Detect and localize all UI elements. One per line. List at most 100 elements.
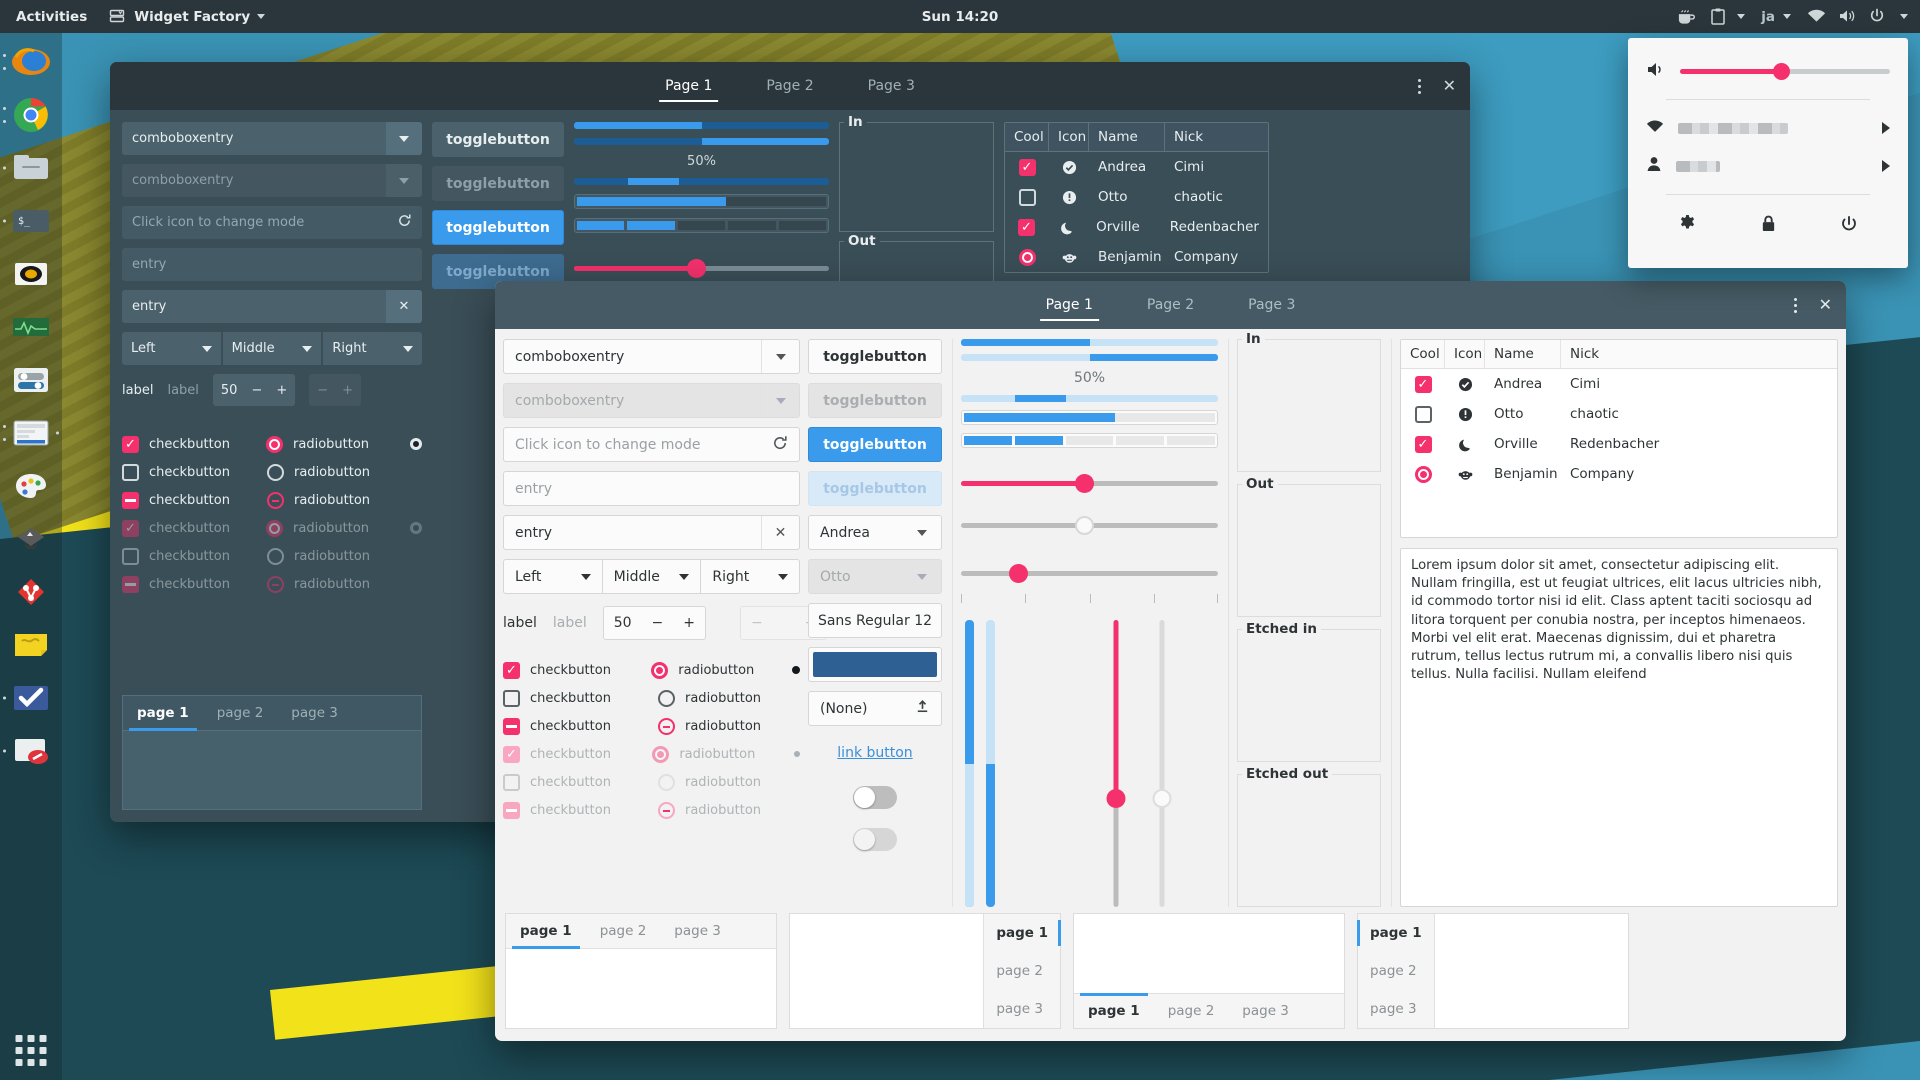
- nb-tab[interactable]: page 2: [203, 696, 278, 730]
- icon-entry[interactable]: Click icon to change mode: [503, 427, 800, 462]
- entry-with-clear[interactable]: entry ✕: [122, 290, 422, 323]
- wifi-icon[interactable]: [1807, 8, 1825, 26]
- file-chooser-button[interactable]: (None): [808, 691, 942, 726]
- radiobutton-unchecked[interactable]: [267, 464, 284, 481]
- dock-item-git-tool[interactable]: [10, 571, 52, 613]
- entry-placeholder-field[interactable]: entry: [122, 248, 422, 281]
- nb-tab-page-2[interactable]: page 2: [1154, 994, 1229, 1028]
- tab-page-1[interactable]: Page 1: [1040, 281, 1099, 329]
- table-row[interactable]: Andrea Cimi: [1401, 369, 1837, 399]
- nb-tab-page-3[interactable]: page 3: [660, 914, 735, 948]
- nb-tab-page-3[interactable]: page 3: [1228, 994, 1303, 1028]
- radiobutton-indeterminate[interactable]: [658, 718, 675, 735]
- nb-tab-page-1[interactable]: page 1: [1074, 994, 1154, 1028]
- dock-item-files[interactable]: [10, 147, 52, 189]
- volume-icon[interactable]: [1838, 8, 1856, 26]
- comboboxentry-1[interactable]: comboboxentry: [503, 339, 800, 374]
- chevron-down-icon[interactable]: [386, 122, 422, 155]
- icon-entry[interactable]: Click icon to change mode: [122, 206, 422, 239]
- combo-right[interactable]: Right: [323, 332, 422, 365]
- table-row[interactable]: Otto chaotic: [1005, 182, 1268, 212]
- tab-page-3[interactable]: Page 3: [862, 62, 921, 110]
- checkbutton-unchecked[interactable]: [122, 464, 139, 481]
- chevron-right-icon[interactable]: [1882, 160, 1890, 172]
- dock-item-chrome[interactable]: [10, 94, 52, 136]
- notebook-top-dark[interactable]: page 1 page 2 page 3: [122, 695, 422, 810]
- switch-1[interactable]: [853, 786, 897, 809]
- user-row[interactable]: [1646, 147, 1890, 185]
- combo-left[interactable]: Left: [122, 332, 221, 365]
- row-check[interactable]: [1415, 406, 1432, 423]
- checkbutton-indeterminate[interactable]: [503, 718, 520, 735]
- nb-tab-page-1[interactable]: page 1: [1358, 914, 1434, 952]
- app-menu-button[interactable]: Widget Factory: [109, 8, 265, 26]
- nb-tab-page-1[interactable]: page 1: [506, 914, 586, 948]
- gear-icon[interactable]: [1678, 214, 1697, 237]
- dock-item-gimp[interactable]: [10, 518, 52, 560]
- nb-tab-page-2[interactable]: page 2: [586, 914, 661, 948]
- show-applications-button[interactable]: [16, 1035, 47, 1066]
- nb-tab-page-3[interactable]: page 3: [984, 990, 1060, 1028]
- column-header-name[interactable]: Name: [1485, 340, 1561, 368]
- radio-dark-indicator[interactable]: [792, 666, 800, 674]
- network-row[interactable]: [1646, 109, 1890, 147]
- comboboxentry-1[interactable]: comboboxentry: [122, 122, 422, 155]
- kebab-menu-icon[interactable]: [1794, 298, 1797, 313]
- checkbutton-indeterminate[interactable]: [122, 492, 139, 509]
- notebook-tabs-left[interactable]: page 1 page 2 page 3: [1357, 913, 1629, 1029]
- togglebutton-3-active[interactable]: togglebutton: [808, 427, 942, 462]
- togglebutton-1[interactable]: togglebutton: [432, 122, 564, 157]
- chevron-down-icon[interactable]: [761, 340, 799, 373]
- activities-button[interactable]: Activities: [16, 9, 87, 25]
- coffee-cup-icon[interactable]: [1677, 8, 1695, 26]
- dock-item-widget-factory[interactable]: [10, 412, 52, 454]
- dock-item-firefox[interactable]: [10, 41, 52, 83]
- checkbutton-unchecked[interactable]: [503, 690, 520, 707]
- scale-vertical-1[interactable]: [1106, 620, 1126, 907]
- dock-item-settings[interactable]: [10, 359, 52, 401]
- clipboard-icon[interactable]: [1711, 8, 1729, 26]
- notebook-tabs-bottom[interactable]: page 1 page 2 page 3: [1073, 913, 1345, 1029]
- clock[interactable]: Sun 14:20: [922, 9, 999, 25]
- upload-icon[interactable]: [915, 699, 930, 718]
- nb-tab[interactable]: page 3: [277, 696, 352, 730]
- entry-placeholder-field[interactable]: entry: [503, 471, 800, 506]
- entry-with-clear[interactable]: entry ✕: [503, 515, 800, 550]
- font-button[interactable]: Sans Regular 12: [808, 603, 942, 638]
- nb-tab[interactable]: page 1: [123, 696, 203, 730]
- nb-tab-page-2[interactable]: page 2: [1358, 952, 1434, 990]
- combobox-andrea[interactable]: Andrea: [808, 515, 942, 550]
- row-radio[interactable]: [1415, 466, 1432, 483]
- spin-plus-button[interactable]: +: [276, 383, 287, 398]
- radiobutton-checked[interactable]: [651, 662, 668, 679]
- radiobutton-indeterminate[interactable]: [267, 492, 284, 509]
- volume-row[interactable]: [1646, 52, 1890, 90]
- scale-horizontal-1[interactable]: [574, 255, 829, 281]
- dock-item-notes[interactable]: [10, 624, 52, 666]
- clear-icon[interactable]: ✕: [386, 290, 422, 323]
- notebook-tabs-right[interactable]: page 1 page 2 page 3: [789, 913, 1061, 1029]
- column-header-nick[interactable]: Nick: [1561, 340, 1837, 368]
- nb-tab-page-1[interactable]: page 1: [984, 914, 1060, 952]
- combo-left[interactable]: Left: [503, 559, 603, 594]
- close-icon[interactable]: ✕: [1443, 78, 1456, 94]
- row-check[interactable]: [1019, 189, 1036, 206]
- clear-icon[interactable]: ✕: [761, 516, 799, 549]
- notebook-tabs-top[interactable]: page 1 page 2 page 3: [505, 913, 777, 1029]
- radiobutton-checked[interactable]: [266, 436, 283, 453]
- dock-item-todo[interactable]: [10, 677, 52, 719]
- link-button[interactable]: link button: [808, 745, 942, 761]
- close-icon[interactable]: ✕: [1819, 297, 1832, 313]
- checkbutton-checked[interactable]: [503, 662, 520, 679]
- treeview[interactable]: Cool Icon Name Nick Andrea Cimi: [1400, 339, 1838, 538]
- table-row[interactable]: Orville Redenbacher: [1005, 212, 1268, 242]
- keyboard-layout-label[interactable]: ja: [1761, 9, 1775, 25]
- table-row[interactable]: Benjamin Company: [1005, 242, 1268, 272]
- refresh-icon[interactable]: [397, 213, 412, 232]
- lock-icon[interactable]: [1760, 214, 1777, 237]
- dock-item-text-editor[interactable]: [10, 730, 52, 772]
- spin-minus-button[interactable]: −: [652, 615, 664, 631]
- scale-vertical-2[interactable]: [1152, 620, 1172, 907]
- tab-page-2[interactable]: Page 2: [760, 62, 819, 110]
- textview[interactable]: Lorem ipsum dolor sit amet, consectetur …: [1400, 548, 1838, 907]
